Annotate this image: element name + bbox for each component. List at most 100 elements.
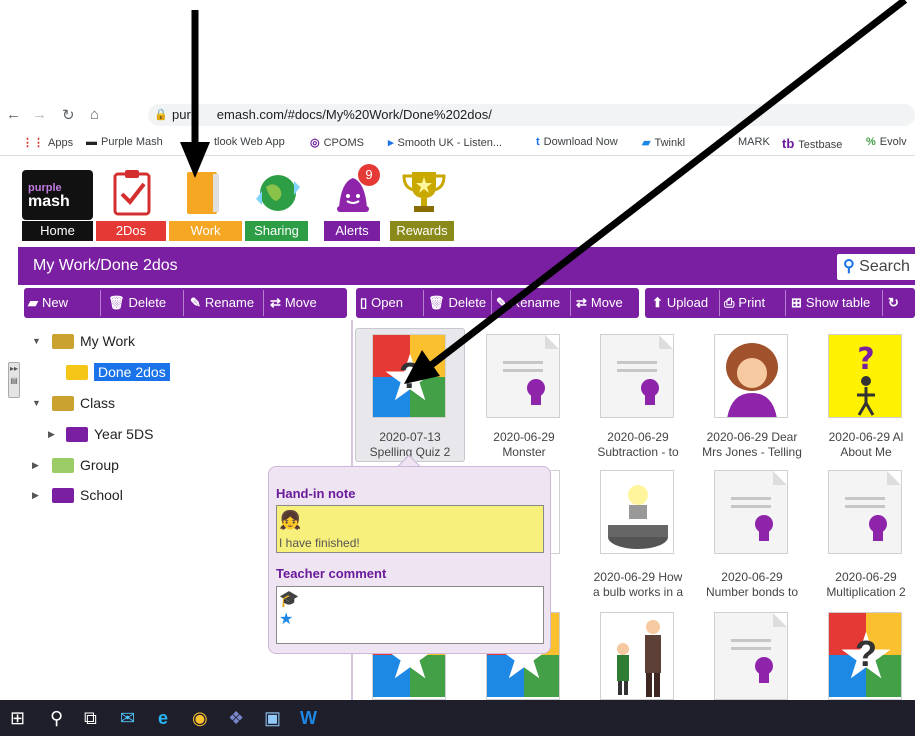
open-button[interactable]: ▯ Open <box>360 288 403 318</box>
teacher-comment-box[interactable]: 🎓 ★ <box>276 586 544 644</box>
nav-2dos[interactable]: 2Dos <box>96 221 166 241</box>
bookmark-evolve[interactable]: % Evolv <box>866 136 907 148</box>
app-icon[interactable]: ▣ <box>264 708 281 728</box>
file-thumb-bulb[interactable] <box>600 470 674 554</box>
chrome-icon[interactable]: ◉ <box>192 708 208 728</box>
printer-icon: ⎙ <box>724 295 735 310</box>
bookmark-apps[interactable]: ⋮⋮ Apps <box>22 136 73 149</box>
upload-icon: ⬆ <box>652 295 663 310</box>
purple-mash-logo[interactable]: purple mash <box>22 170 93 220</box>
collapsed-arrow-icon[interactable]: ▶ <box>48 429 60 440</box>
tree-move-button[interactable]: ⇄ Move <box>270 288 317 318</box>
move-button[interactable]: ⇄ Move <box>576 288 623 318</box>
delete-button[interactable]: 🗑 Delete <box>428 288 486 318</box>
back-icon[interactable]: ← <box>6 106 21 123</box>
rename-button[interactable]: ✎ Rename <box>496 288 560 318</box>
mail-icon[interactable]: ✉ <box>120 708 135 728</box>
file-label[interactable]: 2020-06-29 Number bonds to <box>696 570 808 600</box>
teacher-comment-title: Teacher comment <box>276 566 387 581</box>
bookmark-smooth[interactable]: ▸ Smooth UK - Listen... <box>388 136 502 149</box>
school-folder-icon <box>52 487 74 503</box>
hand-in-note-box: 👧 I have finished! <box>276 505 544 553</box>
side-handle[interactable]: ▸▸ ▤ <box>8 362 20 398</box>
tree-item-done-2dos[interactable]: Done 2dos <box>66 363 170 381</box>
tb-icon: tb <box>782 136 795 151</box>
file-thumb-certificate[interactable] <box>714 470 788 554</box>
bookmark-purple-mash[interactable]: ▬ Purple Mash <box>86 136 163 148</box>
pupil-avatar-icon: 👧 <box>279 510 302 530</box>
new-button[interactable]: ▰ New <box>28 288 68 318</box>
file-thumb-certificate[interactable] <box>714 612 788 700</box>
lock-icon: 🔒 <box>154 109 168 121</box>
folder-icon <box>52 333 74 349</box>
edge-icon[interactable]: e <box>158 708 168 728</box>
taskbar-search-icon[interactable]: ⚲ <box>50 708 63 728</box>
file-label[interactable]: 2020-06-29 Al About Me <box>810 430 915 460</box>
file-thumb-quiz[interactable]: ★ ? <box>828 612 902 700</box>
tree-item-group[interactable]: ▶ Group <box>32 457 119 473</box>
rewards-trophy-icon[interactable] <box>398 166 450 218</box>
reload-icon[interactable]: ↻ <box>62 106 75 124</box>
refresh-button[interactable]: ↻ <box>888 288 903 318</box>
question-figure-icon: ? <box>857 342 875 416</box>
file-thumb-about-me[interactable]: ? <box>828 334 902 418</box>
expanded-arrow-icon[interactable]: ▼ <box>32 398 44 408</box>
bookmark-download[interactable]: t Download Now <box>536 136 618 148</box>
sharing-globe-icon[interactable] <box>252 166 304 218</box>
document-icon: ▯ <box>360 295 368 310</box>
file-label[interactable]: 2020-06-29 Monster <box>468 430 580 460</box>
file-thumb-letter-person[interactable] <box>714 334 788 418</box>
work-folder-icon[interactable] <box>180 166 226 218</box>
nav-rewards[interactable]: Rewards <box>390 221 454 241</box>
graduation-cap-icon: 🎓 <box>279 591 299 608</box>
tree-delete-button[interactable]: 🗑 Delete <box>108 288 166 318</box>
folder-icon <box>52 395 74 411</box>
teams-icon[interactable]: ❖ <box>228 708 244 728</box>
file-label[interactable]: 2020-06-29 Dear Mrs Jones - Telling <box>696 430 808 460</box>
pencil-icon: ✎ <box>190 295 201 310</box>
breadcrumb: My Work/Done 2dos <box>33 257 178 274</box>
tree-item-class[interactable]: ▼ Class <box>32 395 115 411</box>
file-label[interactable]: 2020-06-29 How a bulb works in a <box>582 570 694 600</box>
bookmark-testbase[interactable]: tb Testbase <box>782 136 842 151</box>
collapsed-arrow-icon[interactable]: ▶ <box>32 460 44 471</box>
windows-start-icon[interactable]: ⊞ <box>10 708 25 728</box>
upload-button[interactable]: ⬆ Upload <box>652 288 708 318</box>
tree-item-year-5ds[interactable]: ▶ Year 5DS <box>48 426 153 442</box>
nav-home[interactable]: Home <box>22 221 93 241</box>
bookmark-cpoms[interactable]: ◎ CPOMS <box>310 136 364 149</box>
file-thumb-people[interactable] <box>600 612 674 700</box>
bookmark-mark[interactable]: MARK <box>738 136 770 148</box>
url-bar[interactable]: 🔒 pur emash.com/#docs/My%20Work/Done%202d… <box>148 104 915 126</box>
collapsed-arrow-icon[interactable]: ▶ <box>32 490 44 501</box>
word-icon[interactable]: W <box>300 708 317 728</box>
screenshot-root: ← → ↻ ⌂ 🔒 pur emash.com/#docs/My%20Work/D… <box>0 0 915 736</box>
task-view-icon[interactable]: ⧉ <box>84 708 97 728</box>
nav-work[interactable]: Work <box>169 221 242 241</box>
nav-sharing[interactable]: Sharing <box>245 221 308 241</box>
search-button[interactable]: ⚲ Search <box>837 254 915 280</box>
trash-icon: 🗑 <box>428 295 445 310</box>
home-icon[interactable]: ⌂ <box>90 106 99 123</box>
t-icon: t <box>536 136 540 148</box>
nav-alerts[interactable]: Alerts <box>324 221 380 241</box>
show-table-button[interactable]: ⊞ Show table <box>791 288 870 318</box>
tree-rename-button[interactable]: ✎ Rename <box>190 288 254 318</box>
file-thumb-certificate[interactable] <box>600 334 674 418</box>
todo-clipboard-icon[interactable] <box>108 166 156 218</box>
forward-icon[interactable]: → <box>32 106 47 123</box>
lightbulb-icon <box>608 485 668 549</box>
tree-item-school[interactable]: ▶ School <box>32 487 123 503</box>
file-thumb-spelling-quiz[interactable]: ★ ? <box>372 334 446 418</box>
bookmark-outlook[interactable]: tlook Web App <box>214 136 285 148</box>
laptop-icon: ▬ <box>86 136 97 148</box>
file-label[interactable]: 2020-06-29 Subtraction - to <box>582 430 694 460</box>
table-icon: ⊞ <box>791 295 802 310</box>
expanded-arrow-icon[interactable]: ▼ <box>32 336 44 346</box>
tree-item-my-work[interactable]: ▼ My Work <box>32 333 135 349</box>
file-thumb-certificate[interactable] <box>828 470 902 554</box>
file-thumb-certificate[interactable] <box>486 334 560 418</box>
bookmark-twinkl[interactable]: ▰ Twinkl <box>642 136 685 149</box>
file-label[interactable]: 2020-06-29 Multiplication 2 <box>810 570 915 600</box>
print-button[interactable]: ⎙ Print <box>724 288 765 318</box>
